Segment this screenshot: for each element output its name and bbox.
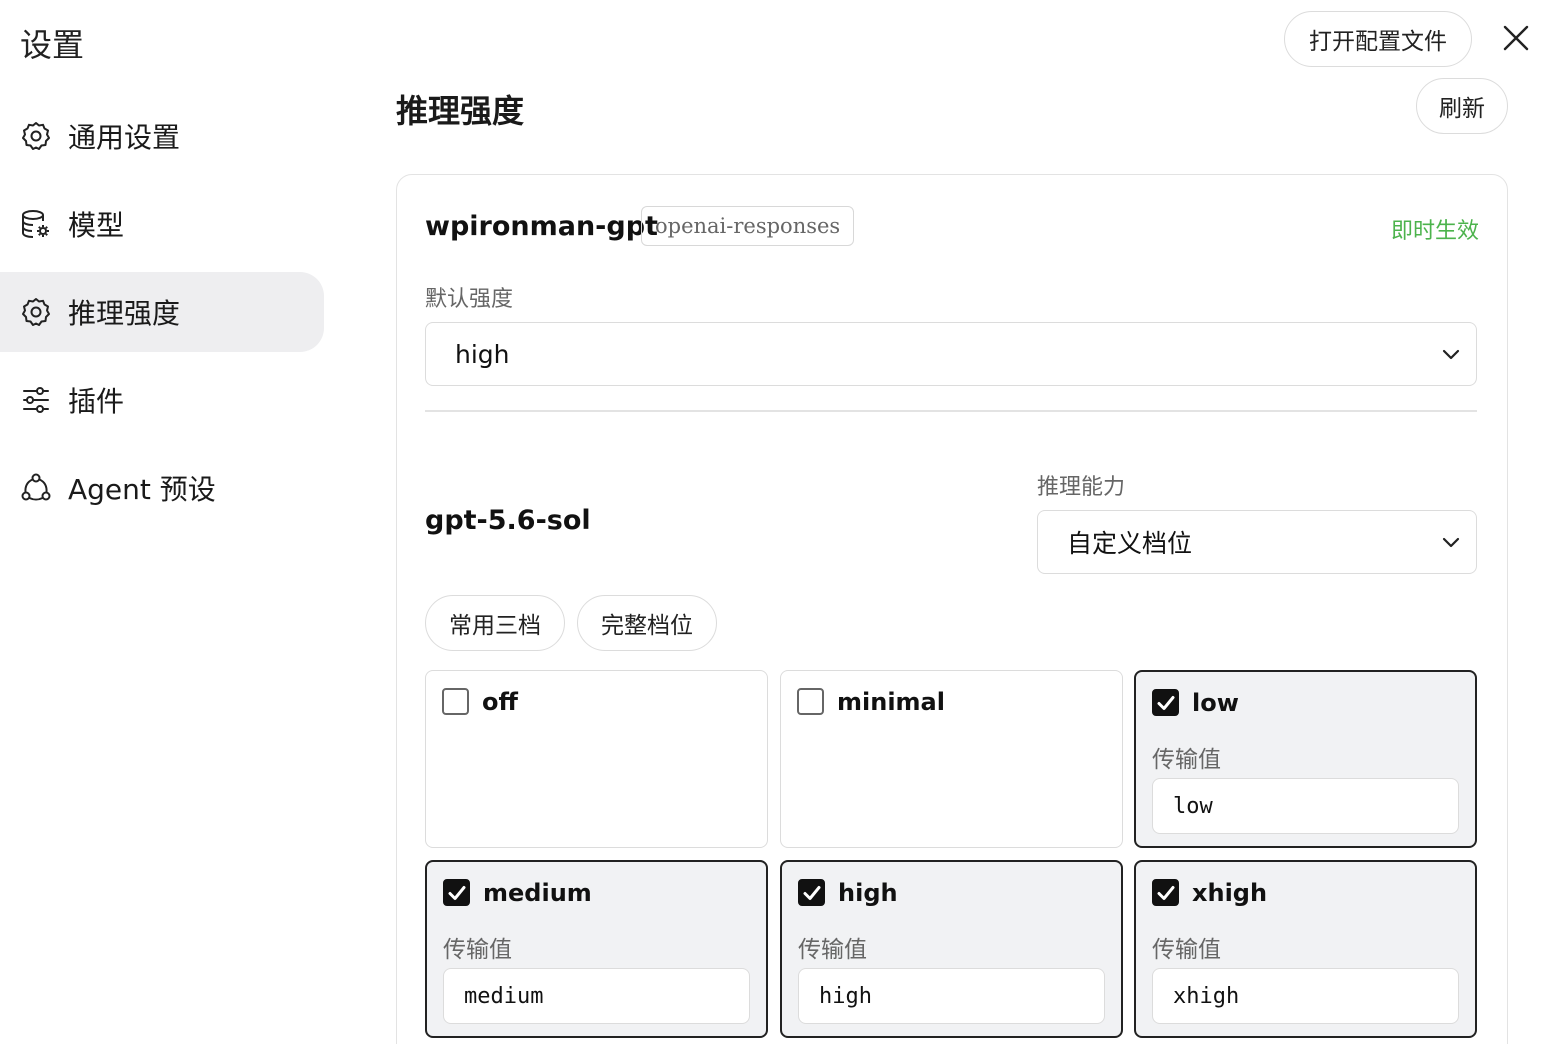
level-name: medium [483, 879, 592, 907]
gear-icon [20, 120, 52, 152]
level-checkbox[interactable] [443, 879, 470, 906]
level-name: minimal [837, 688, 945, 716]
sidebar-item-agent-presets[interactable]: Agent 预设 [0, 448, 324, 528]
capability-select[interactable]: 自定义档位 [1037, 510, 1477, 574]
database-gear-icon [20, 208, 52, 240]
value-label: 传输值 [1152, 747, 1221, 773]
gear-icon [20, 296, 52, 328]
open-config-button[interactable]: 打开配置文件 [1284, 11, 1472, 67]
value-label: 传输值 [1152, 937, 1221, 963]
page-title: 推理强度 [396, 92, 525, 130]
instant-effect-status: 即时生效 [1390, 219, 1479, 244]
level-card-off: off [425, 670, 768, 848]
level-value-input[interactable] [1152, 778, 1459, 834]
level-value-input[interactable] [443, 968, 750, 1024]
level-value-input[interactable] [798, 968, 1105, 1024]
level-card-medium: medium 传输值 [425, 860, 768, 1038]
level-card-low: low 传输值 [1134, 670, 1477, 848]
share-nodes-icon [20, 472, 52, 504]
chevron-down-icon [1442, 537, 1460, 548]
sidebar-item-label: Agent 预设 [68, 473, 216, 506]
sidebar-item-plugins[interactable]: 插件 [0, 360, 324, 440]
checkmark-icon [1157, 695, 1174, 710]
level-card-minimal: minimal [780, 670, 1123, 848]
window-title: 设置 [20, 26, 85, 64]
sidebar-item-label: 通用设置 [68, 121, 181, 154]
close-icon [1503, 25, 1529, 51]
sidebar-item-general[interactable]: 通用设置 [0, 96, 324, 176]
chevron-down-icon [1442, 349, 1460, 360]
capability-value: 自定义档位 [1067, 529, 1193, 558]
settings-window: 设置 打开配置文件 通用设置 模型 推理强度 插件 Agent 预设 推理强度 … [0, 0, 1550, 1044]
level-card-high: high 传输值 [780, 860, 1123, 1038]
checkmark-icon [448, 885, 465, 900]
provider-type-badge: openai-responses [641, 206, 855, 246]
level-name: off [482, 688, 518, 716]
sidebar-item-label: 模型 [68, 209, 125, 242]
level-name: low [1192, 689, 1239, 717]
sliders-icon [20, 384, 52, 416]
default-strength-select[interactable]: high [425, 322, 1477, 386]
sidebar-item-reasoning[interactable]: 推理强度 [0, 272, 324, 352]
level-name: xhigh [1192, 879, 1268, 907]
close-button[interactable] [1496, 18, 1536, 58]
sidebar-item-label: 插件 [68, 385, 125, 418]
preset-common-three-button[interactable]: 常用三档 [425, 595, 565, 651]
level-card-xhigh: xhigh 传输值 [1134, 860, 1477, 1038]
sidebar-item-label: 推理强度 [68, 297, 181, 330]
model-name: gpt-5.6-sol [425, 505, 591, 536]
level-checkbox[interactable] [798, 879, 825, 906]
provider-name: wpironman-gpt [425, 211, 658, 242]
provider-card: wpironman-gpt openai-responses 即时生效 默认强度… [396, 174, 1508, 1044]
sidebar: 通用设置 模型 推理强度 插件 Agent 预设 [0, 96, 324, 536]
level-checkbox[interactable] [1152, 689, 1179, 716]
checkmark-icon [803, 885, 820, 900]
checkmark-icon [1157, 885, 1174, 900]
level-checkbox[interactable] [1152, 879, 1179, 906]
refresh-button[interactable]: 刷新 [1416, 78, 1508, 134]
value-label: 传输值 [443, 937, 512, 963]
level-value-input[interactable] [1152, 968, 1459, 1024]
default-strength-label: 默认强度 [425, 287, 514, 312]
capability-label: 推理能力 [1037, 475, 1126, 500]
sidebar-item-models[interactable]: 模型 [0, 184, 324, 264]
preset-full-levels-button[interactable]: 完整档位 [577, 595, 717, 651]
level-checkbox[interactable] [797, 688, 824, 715]
divider [425, 410, 1477, 412]
level-name: high [838, 879, 898, 907]
value-label: 传输值 [798, 937, 867, 963]
level-checkbox[interactable] [442, 688, 469, 715]
default-strength-value: high [455, 339, 510, 369]
